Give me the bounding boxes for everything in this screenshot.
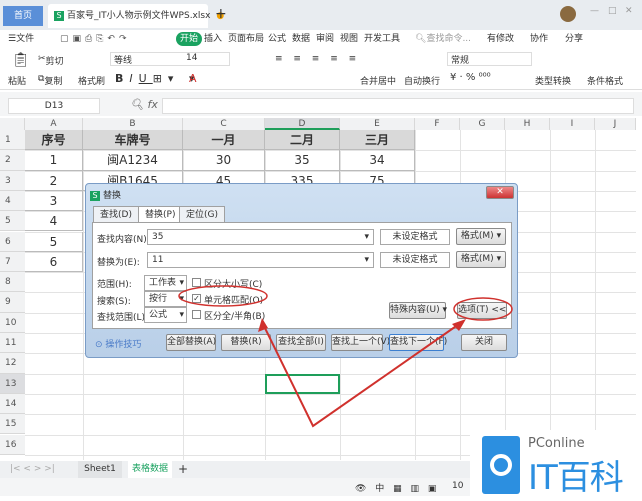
annotation-overlay	[178, 285, 513, 428]
options-highlight	[453, 297, 513, 321]
watermark-name: IT百科	[528, 458, 624, 498]
arrow-head-right	[452, 319, 466, 331]
watermark-logo: PConline IT百科	[470, 430, 642, 501]
magnifier-logo-icon	[482, 436, 520, 494]
watermark-brand: PConline	[528, 436, 585, 451]
cell-match-highlight	[178, 285, 268, 307]
arrow-lines	[261, 321, 463, 428]
